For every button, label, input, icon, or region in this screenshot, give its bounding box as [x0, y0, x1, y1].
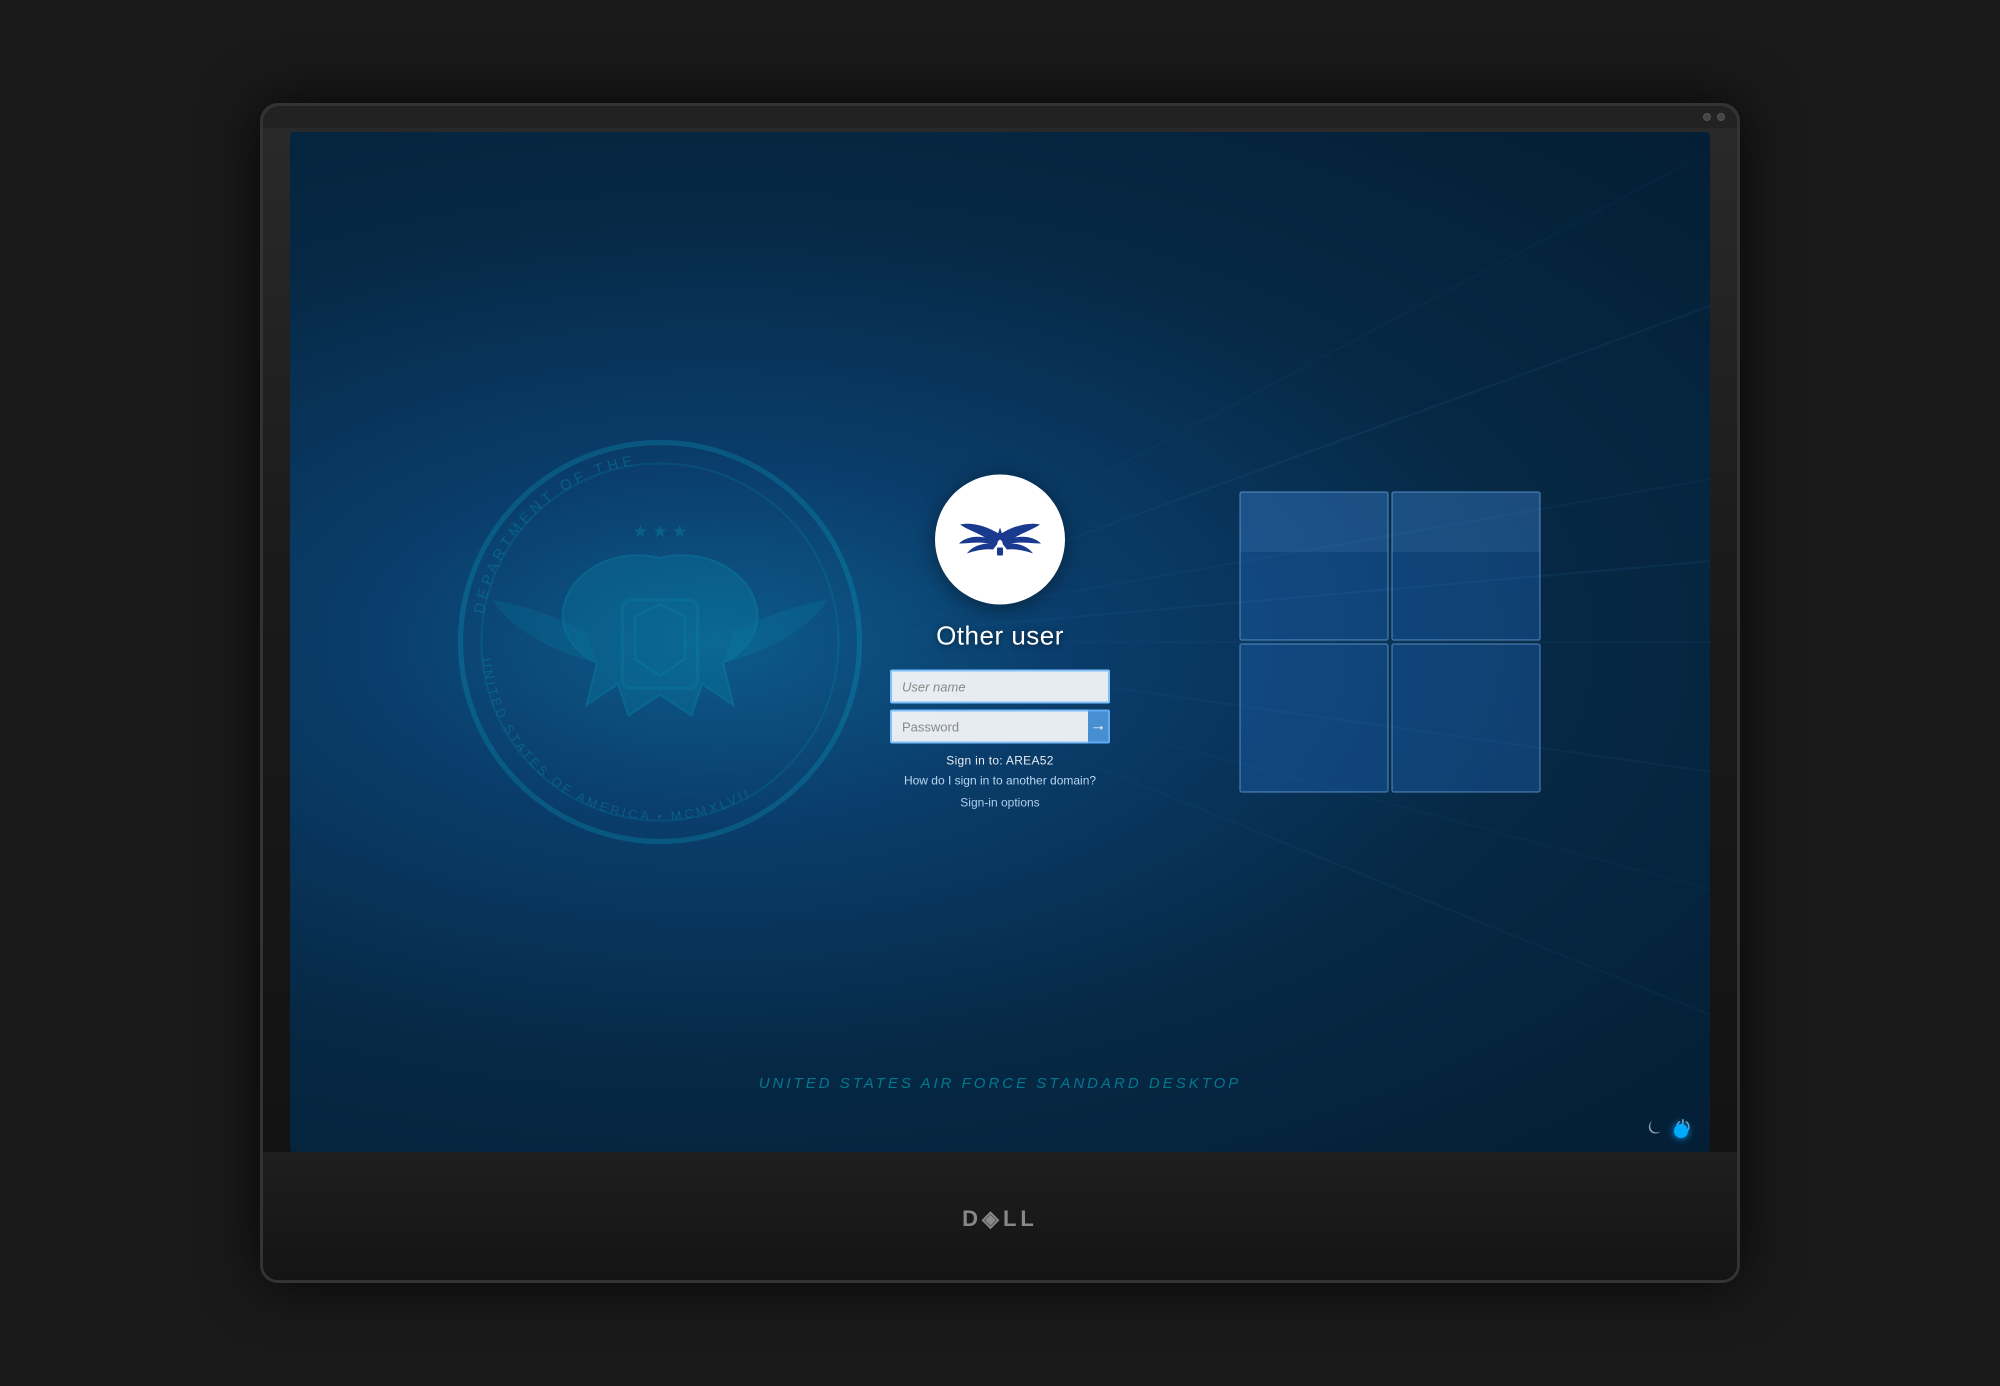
monitor-screw-right: [1717, 113, 1725, 121]
bottom-watermark: United States Air Force Standard Desktop: [759, 1075, 1242, 1092]
login-panel: Other user → Sign in to: AREA52 How do I…: [830, 475, 1170, 810]
svg-text:★ ★ ★: ★ ★ ★: [633, 522, 687, 541]
monitor-bottom: D◈LL: [263, 1152, 1737, 1280]
user-avatar: [935, 475, 1065, 605]
monitor: ★ ★ ★ DEPARTMENT OF THE UNITED STATES OF…: [260, 103, 1740, 1283]
windows-logo: [1230, 482, 1550, 802]
monitor-top-bar: [263, 106, 1737, 128]
user-title: Other user: [936, 621, 1064, 652]
screen: ★ ★ ★ DEPARTMENT OF THE UNITED STATES OF…: [290, 132, 1710, 1152]
arrow-icon: →: [1090, 718, 1106, 736]
power-indicator: [1674, 1124, 1688, 1138]
sign-in-options-link[interactable]: Sign-in options: [960, 796, 1039, 810]
domain-link[interactable]: How do I sign in to another domain?: [904, 774, 1096, 788]
username-input[interactable]: [890, 670, 1110, 704]
dod-seal-watermark: ★ ★ ★ DEPARTMENT OF THE UNITED STATES OF…: [450, 432, 870, 852]
sleep-icon[interactable]: ⏾: [1648, 1117, 1662, 1138]
password-row: →: [890, 710, 1110, 744]
password-input[interactable]: [890, 710, 1088, 744]
sign-in-to-label: Sign in to: AREA52: [946, 754, 1053, 768]
monitor-screw-left: [1703, 113, 1711, 121]
submit-button[interactable]: →: [1088, 710, 1110, 744]
monitor-brand: D◈LL: [962, 1206, 1038, 1232]
